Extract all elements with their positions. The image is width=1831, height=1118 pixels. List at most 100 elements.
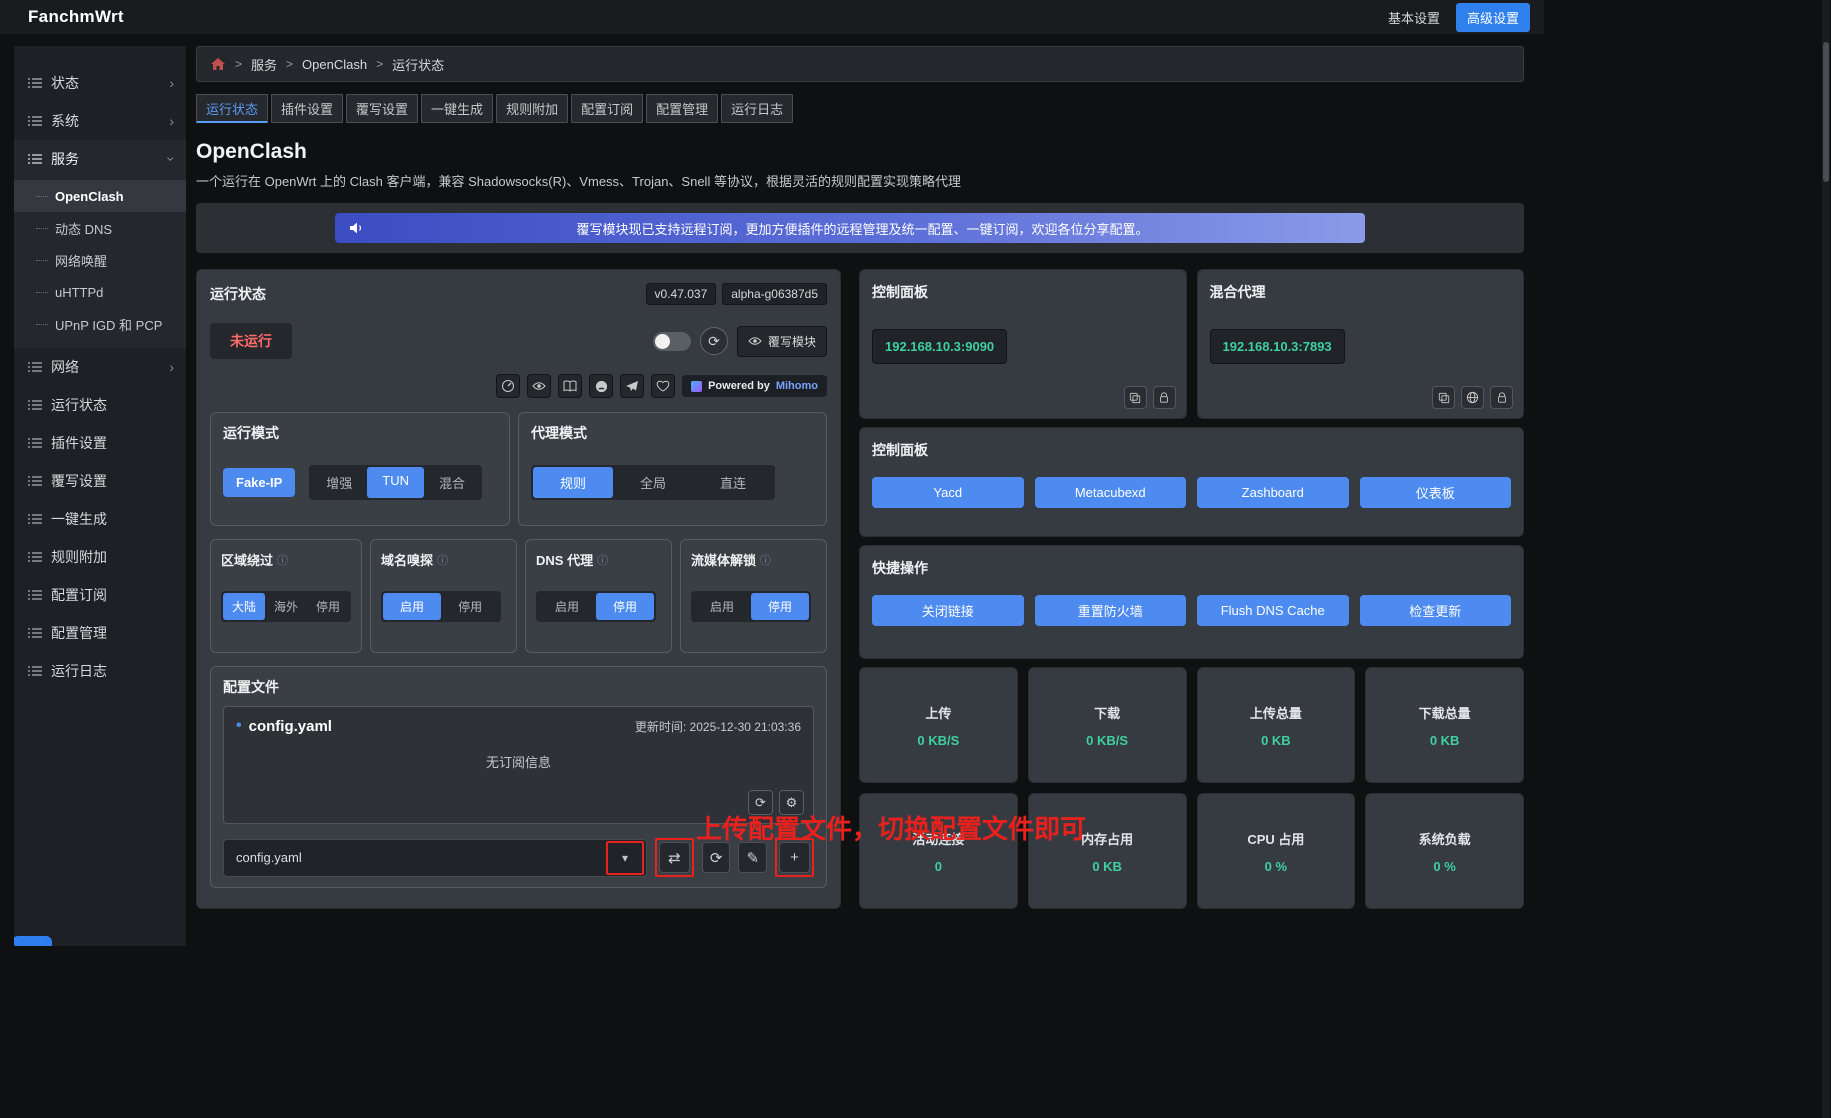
- region-option-disabled[interactable]: 停用: [307, 593, 349, 620]
- caret-down-icon[interactable]: ▾: [610, 845, 640, 871]
- sidebar-item-status[interactable]: 状态 ›: [14, 64, 186, 102]
- sidebar-item-services[interactable]: 服务 ›: [14, 140, 186, 178]
- config-select[interactable]: config.yaml ▾: [223, 839, 647, 877]
- sniffer-option-disable[interactable]: 停用: [441, 593, 499, 620]
- notice-banner[interactable]: 覆写模块现已支持远程订阅，更加方便插件的远程管理及统一配置、一键订阅，欢迎各位分…: [335, 213, 1365, 243]
- tab-plugin-settings[interactable]: 插件设置: [271, 94, 343, 123]
- close-connections-button[interactable]: 关闭链接: [872, 595, 1024, 626]
- control-panel-address[interactable]: 192.168.10.3:9090: [872, 329, 1007, 364]
- reload-config-button[interactable]: ⟳: [702, 842, 731, 873]
- lock-icon[interactable]: [1490, 386, 1513, 409]
- region-option-mainland[interactable]: 大陆: [223, 593, 265, 620]
- not-running-badge[interactable]: 未运行: [210, 323, 292, 359]
- list-icon: [28, 665, 42, 677]
- lock-icon[interactable]: [1153, 386, 1176, 409]
- sniffer-card: 域名嗅探 ⓘ 启用 停用: [370, 539, 517, 653]
- scrollbar-thumb[interactable]: [1823, 42, 1829, 182]
- sidebar-item-openclash[interactable]: OpenClash: [14, 180, 186, 212]
- reset-firewall-button[interactable]: 重置防火墙: [1035, 595, 1187, 626]
- globe-icon[interactable]: [1461, 386, 1484, 409]
- github-icon[interactable]: [589, 374, 613, 398]
- tab-run-log[interactable]: 运行日志: [721, 94, 793, 123]
- home-icon[interactable]: [210, 57, 226, 71]
- chevron-right-icon: ›: [169, 75, 174, 91]
- sniffer-title: 域名嗅探: [381, 550, 433, 569]
- dns-option-enable[interactable]: 启用: [538, 593, 596, 620]
- override-module-button[interactable]: 覆写模块: [737, 326, 827, 357]
- metacubexd-button[interactable]: Metacubexd: [1035, 477, 1187, 508]
- chevron-right-icon: ›: [169, 113, 174, 129]
- speedtest-icon[interactable]: [496, 374, 520, 398]
- proxy-mode-option-global[interactable]: 全局: [613, 467, 693, 498]
- window-scrollbar[interactable]: [1822, 0, 1830, 1118]
- sidebar-item-override-settings[interactable]: 覆写设置: [14, 462, 186, 500]
- edit-config-button[interactable]: ✎: [738, 842, 767, 873]
- streaming-option-disable[interactable]: 停用: [751, 593, 809, 620]
- docs-book-icon[interactable]: [558, 374, 582, 398]
- sidebar-item-config-manage[interactable]: 配置管理: [14, 614, 186, 652]
- brand-logo[interactable]: FanchmWrt: [28, 7, 124, 27]
- streaming-option-enable[interactable]: 启用: [693, 593, 751, 620]
- sidebar-item-plugin-settings[interactable]: 插件设置: [14, 424, 186, 462]
- info-icon: ⓘ: [597, 552, 608, 568]
- powered-by-badge[interactable]: Powered by Mihomo: [682, 375, 827, 397]
- sidebar-item-network[interactable]: 网络 ›: [14, 348, 186, 386]
- breadcrumb-run-status[interactable]: 运行状态: [392, 55, 444, 74]
- zashboard-button[interactable]: Zashboard: [1197, 477, 1349, 508]
- proxy-mode-option-rule[interactable]: 规则: [533, 467, 613, 498]
- run-mode-option-tun[interactable]: TUN: [367, 467, 424, 498]
- copy-icon[interactable]: [1432, 386, 1455, 409]
- dns-option-disable[interactable]: 停用: [596, 593, 654, 620]
- sidebar-item-config-subscribe[interactable]: 配置订阅: [14, 576, 186, 614]
- copy-icon[interactable]: [1124, 386, 1147, 409]
- control-panel-card: 控制面板 192.168.10.3:9090: [859, 269, 1187, 419]
- sidebar-item-rules-append[interactable]: 规则附加: [14, 538, 186, 576]
- telegram-icon[interactable]: [620, 374, 644, 398]
- eye-icon[interactable]: [527, 374, 551, 398]
- tab-run-status[interactable]: 运行状态: [196, 94, 268, 123]
- flush-dns-cache-button[interactable]: Flush DNS Cache: [1197, 595, 1349, 626]
- enable-toggle[interactable]: [653, 332, 691, 351]
- heart-icon[interactable]: [651, 374, 675, 398]
- sidebar-item-run-status[interactable]: 运行状态: [14, 386, 186, 424]
- yacd-button[interactable]: Yacd: [872, 477, 1024, 508]
- proxy-mode-option-direct[interactable]: 直连: [693, 467, 773, 498]
- tab-override-settings[interactable]: 覆写设置: [346, 94, 418, 123]
- breadcrumb-openclash[interactable]: OpenClash: [302, 57, 367, 72]
- dns-proxy-card: DNS 代理 ⓘ 启用 停用: [525, 539, 672, 653]
- sidebar-item-upnp[interactable]: UPnP IGD 和 PCP: [14, 308, 186, 340]
- run-mode-option-mixed[interactable]: 混合: [424, 467, 480, 498]
- sidebar-item-system[interactable]: 系统 ›: [14, 102, 186, 140]
- dashboard-button[interactable]: 仪表板: [1360, 477, 1512, 508]
- fakeip-badge[interactable]: Fake-IP: [223, 468, 295, 497]
- check-update-button[interactable]: 检查更新: [1360, 595, 1512, 626]
- config-file-card: 配置文件 • config.yaml 更新时间: 2025-12-30 21:0…: [210, 666, 827, 888]
- sniffer-option-enable[interactable]: 启用: [383, 593, 441, 620]
- sidebar-item-wol[interactable]: 网络唤醒: [14, 244, 186, 276]
- sidebar-item-ddns[interactable]: 动态 DNS: [14, 212, 186, 244]
- stat-upload-total: 上传总量 0 KB: [1197, 667, 1356, 783]
- refresh-button[interactable]: ⟳: [700, 327, 728, 355]
- tab-config-subscribe[interactable]: 配置订阅: [571, 94, 643, 123]
- sidebar-item-one-key-generate[interactable]: 一键生成: [14, 500, 186, 538]
- config-refresh-button[interactable]: ⟳: [748, 790, 773, 815]
- mixed-proxy-address[interactable]: 192.168.10.3:7893: [1210, 329, 1345, 364]
- tab-config-manage[interactable]: 配置管理: [646, 94, 718, 123]
- tab-one-key-generate[interactable]: 一键生成: [421, 94, 493, 123]
- dashboards-card: 控制面板 Yacd Metacubexd Zashboard 仪表板: [859, 427, 1524, 537]
- upload-config-button[interactable]: +: [779, 842, 810, 873]
- scroll-top-button[interactable]: [14, 936, 52, 946]
- app-page: FanchmWrt 基本设置 高级设置 状态 › 系统 ›: [0, 0, 1544, 1118]
- breadcrumb-services[interactable]: 服务: [251, 55, 277, 74]
- sidebar-item-uhttpd[interactable]: uHTTPd: [14, 276, 186, 308]
- stat-system-load: 系统负载 0 %: [1365, 793, 1524, 909]
- config-settings-button[interactable]: ⚙: [779, 790, 804, 815]
- toggle-knob: [655, 334, 670, 349]
- advanced-settings-button[interactable]: 高级设置: [1456, 3, 1530, 32]
- run-mode-option-enhanced[interactable]: 增强: [311, 467, 367, 498]
- tab-rules-append[interactable]: 规则附加: [496, 94, 568, 123]
- region-option-overseas[interactable]: 海外: [265, 593, 307, 620]
- sidebar-item-run-log[interactable]: 运行日志: [14, 652, 186, 690]
- basic-settings-link[interactable]: 基本设置: [1388, 8, 1440, 27]
- switch-config-button[interactable]: ⇄: [659, 842, 690, 873]
